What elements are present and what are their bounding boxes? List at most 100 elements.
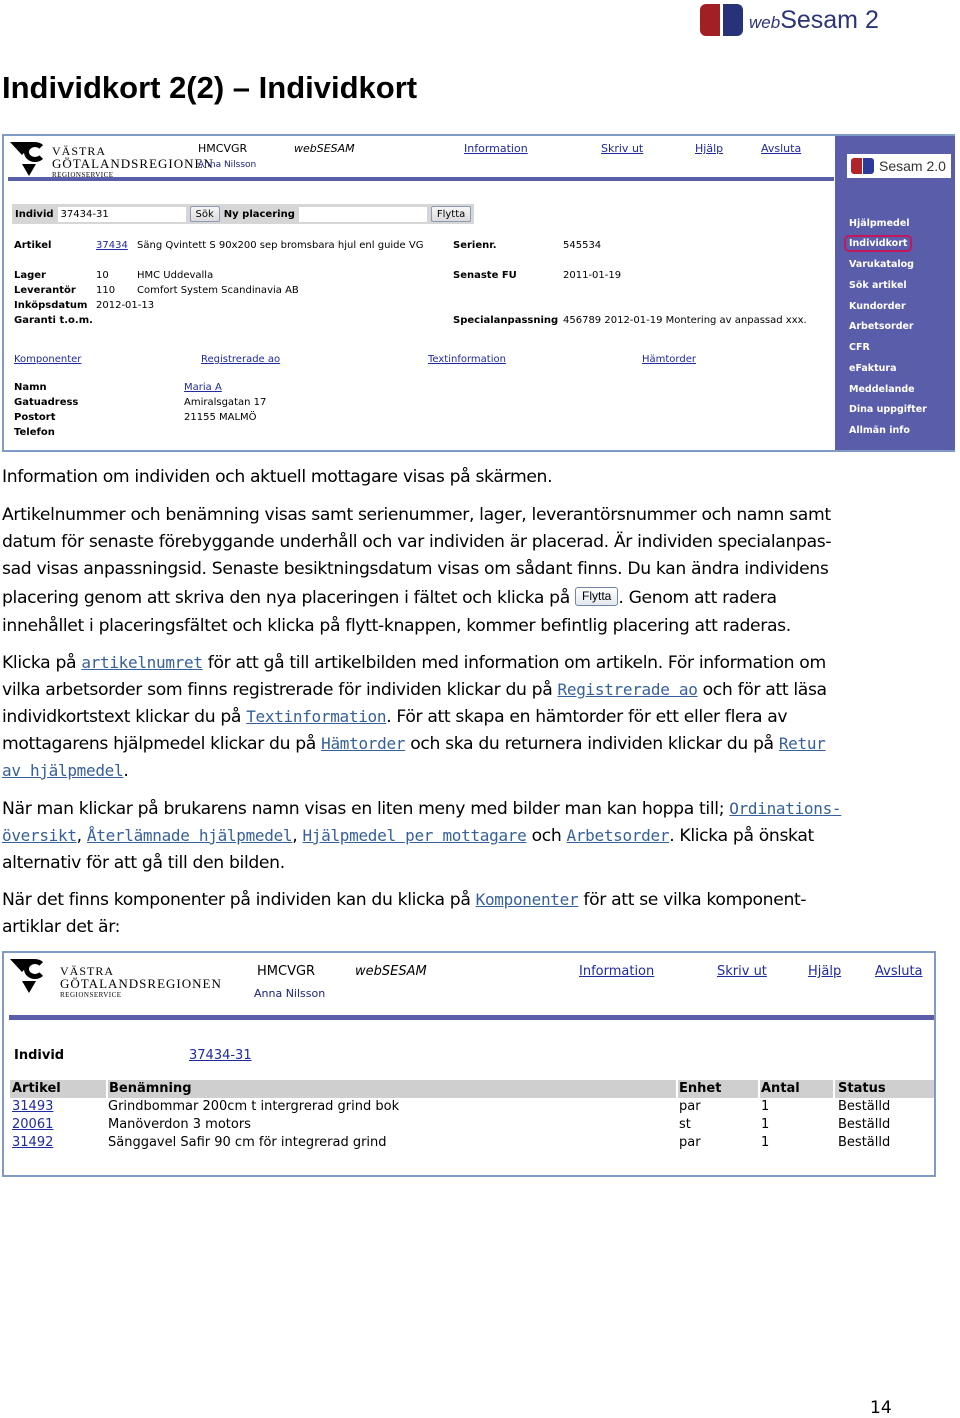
supplier-label: Leverantör xyxy=(14,285,76,296)
sesam-blue-icon xyxy=(863,158,874,174)
components-link[interactable]: Komponenter xyxy=(14,354,81,365)
nav-help[interactable]: Hjälp xyxy=(808,964,841,979)
text-span: . Genom att radera xyxy=(618,588,777,608)
city-value: 21155 MALMÖ xyxy=(184,412,257,423)
paragraph-links-line: vilka arbetsorder som finns registrerade… xyxy=(2,677,827,704)
last-fu-label: Senaste FU xyxy=(453,270,517,281)
nav-information[interactable]: Information xyxy=(464,142,528,155)
row-unit: par xyxy=(679,1135,701,1150)
nav-logout[interactable]: Avsluta xyxy=(761,142,801,155)
search-button[interactable]: Sök xyxy=(189,206,220,222)
prescription-overview-doc-link[interactable]: översikt xyxy=(2,826,77,845)
nav-print[interactable]: Skriv ut xyxy=(717,964,767,979)
returned-aids-doc-link[interactable]: Återlämnade hjälpmedel xyxy=(87,826,293,845)
text-span: . xyxy=(123,761,129,781)
storage-label: Lager xyxy=(14,270,46,281)
sidebar-item-varukatalog[interactable]: Varukatalog xyxy=(849,259,914,270)
sesam-red-icon xyxy=(851,158,862,174)
move-button[interactable]: Flytta xyxy=(430,206,472,222)
sidebar-item-cfr[interactable]: CFR xyxy=(849,342,870,353)
column-header-benamning: Benämning xyxy=(109,1081,192,1096)
text-span: När man klickar på brukarens namn visas … xyxy=(2,799,730,819)
sidebar-item-kundorder[interactable]: Kundorder xyxy=(849,301,906,312)
article-label: Artikel xyxy=(14,240,52,251)
prescription-overview-doc-link[interactable]: Ordinations- xyxy=(729,799,841,818)
paragraph-links-line: av hjälpmedel. xyxy=(2,758,129,785)
row-quantity: 1 xyxy=(761,1099,770,1114)
text-span: När det finns komponenter på individen k… xyxy=(2,890,476,910)
paragraph-links-line: mottagarens hjälpmedel klickar du på Häm… xyxy=(2,731,826,758)
paragraph-links-line: individkortstext klickar du på Textinfor… xyxy=(2,704,788,731)
org-name: HMCVGR xyxy=(257,964,316,979)
pickup-order-link[interactable]: Hämtorder xyxy=(642,354,696,365)
sidebar-item-meddelande[interactable]: Meddelande xyxy=(849,384,915,395)
article-number-doc-link[interactable]: artikelnumret xyxy=(81,653,203,672)
placement-label: Ny placering xyxy=(223,208,295,220)
article-number-link[interactable]: 37434 xyxy=(96,240,128,251)
paragraph-article-line: Artikelnummer och benämning visas samt s… xyxy=(2,505,831,525)
header-divider xyxy=(8,177,834,181)
sidebar-item-efaktura[interactable]: eFaktura xyxy=(849,363,897,374)
nav-logout[interactable]: Avsluta xyxy=(875,964,923,979)
nav-help[interactable]: Hjälp xyxy=(695,142,723,155)
column-header-antal: Antal xyxy=(761,1081,800,1096)
sidebar-item-allman-info[interactable]: Allmän info xyxy=(849,425,910,436)
nav-information[interactable]: Information xyxy=(579,964,654,979)
article-name: Säng Qvintett S 90x200 sep bromsbara hju… xyxy=(137,240,424,251)
app-name: webSESAM xyxy=(355,964,427,979)
components-screenshot: VÄSTRA GÖTALANDSREGIONEN REGIONSERVICE H… xyxy=(2,951,936,1177)
row-unit: par xyxy=(679,1099,701,1114)
vgr-logo-icon xyxy=(10,959,52,995)
last-fu-value: 2011-01-19 xyxy=(563,270,622,281)
paragraph-links-line: Klicka på artikelnumret för att gå till … xyxy=(2,650,826,677)
textinformation-doc-link[interactable]: Textinformation xyxy=(246,707,386,726)
text-span: . För att skapa en hämtorder för ett ell… xyxy=(386,707,788,727)
storage-code: 10 xyxy=(96,270,109,281)
text-span: och för att läsa xyxy=(697,680,827,700)
page-title: Individkort 2(2) – Individkort xyxy=(2,70,418,105)
street-value: Amiralsgatan 17 xyxy=(184,397,267,408)
individ-link[interactable]: 37434-31 xyxy=(189,1048,252,1063)
text-span: . Klicka på önskat xyxy=(669,826,814,846)
individkort-screenshot: VÄSTRA GÖTALANDSREGIONEN REGIONSERVICE H… xyxy=(2,134,955,452)
row-article-link[interactable]: 31493 xyxy=(12,1099,53,1114)
sesam-badge: Sesam 2.0 xyxy=(847,154,951,178)
nav-print[interactable]: Skriv ut xyxy=(601,142,643,155)
text-span: för att gå till artikelbilden med inform… xyxy=(202,653,826,673)
text-span: individkortstext klickar du på xyxy=(2,707,247,727)
sidebar-item-sok-artikel[interactable]: Sök artikel xyxy=(849,280,907,291)
registered-ao-doc-link[interactable]: Registrerade ao xyxy=(558,680,698,699)
text-span: , xyxy=(292,826,303,846)
row-article-link[interactable]: 20061 xyxy=(12,1117,53,1132)
column-header-enhet: Enhet xyxy=(679,1081,722,1096)
textinformation-link[interactable]: Textinformation xyxy=(428,354,506,365)
paragraph-article-line: placering genom att skriva den nya place… xyxy=(2,585,777,612)
row-description: Grindbommar 200cm t intergrerad grind bo… xyxy=(108,1099,400,1114)
pickup-order-doc-link[interactable]: Hämtorder xyxy=(321,734,405,753)
special-value: 456789 2012-01-19 Montering av anpassad … xyxy=(563,315,807,326)
text-span: mottagarens hjälpmedel klickar du på xyxy=(2,734,322,754)
paragraph-article-line: datum för senaste förebyggande underhåll… xyxy=(2,532,832,552)
logo-line2: GÖTALANDSREGIONEN xyxy=(52,156,214,171)
header-divider xyxy=(9,1015,934,1020)
sidebar-item-individkort[interactable]: Individkort xyxy=(843,235,913,252)
work-order-doc-link[interactable]: Arbetsorder xyxy=(567,826,670,845)
individ-input[interactable] xyxy=(57,206,186,222)
individ-label: Individ xyxy=(14,1048,65,1063)
app-name: webSESAM xyxy=(294,142,355,155)
vgr-logo: VÄSTRA GÖTALANDSREGIONEN REGIONSERVICE xyxy=(10,959,222,999)
recipient-name-link[interactable]: Maria A xyxy=(184,382,222,393)
supplier-name: Comfort System Scandinavia AB xyxy=(137,285,299,296)
return-doc-link[interactable]: av hjälpmedel xyxy=(2,761,124,780)
aids-per-recipient-doc-link[interactable]: Hjälpmedel per mottagare xyxy=(302,826,526,845)
sidebar-item-arbetsorder[interactable]: Arbetsorder xyxy=(849,321,914,332)
sidebar-item-hjalpmedel[interactable]: Hjälpmedel xyxy=(849,218,910,229)
return-doc-link[interactable]: Retur xyxy=(779,734,826,753)
sidebar-item-dina-uppgifter[interactable]: Dina uppgifter xyxy=(849,404,927,415)
components-doc-link[interactable]: Komponenter xyxy=(476,890,579,909)
placement-input[interactable] xyxy=(298,206,427,222)
websesam-logo: webSesam 2 xyxy=(700,4,879,36)
row-article-link[interactable]: 31492 xyxy=(12,1135,53,1150)
row-quantity: 1 xyxy=(761,1135,770,1150)
registered-ao-link[interactable]: Registrerade ao xyxy=(201,354,280,365)
